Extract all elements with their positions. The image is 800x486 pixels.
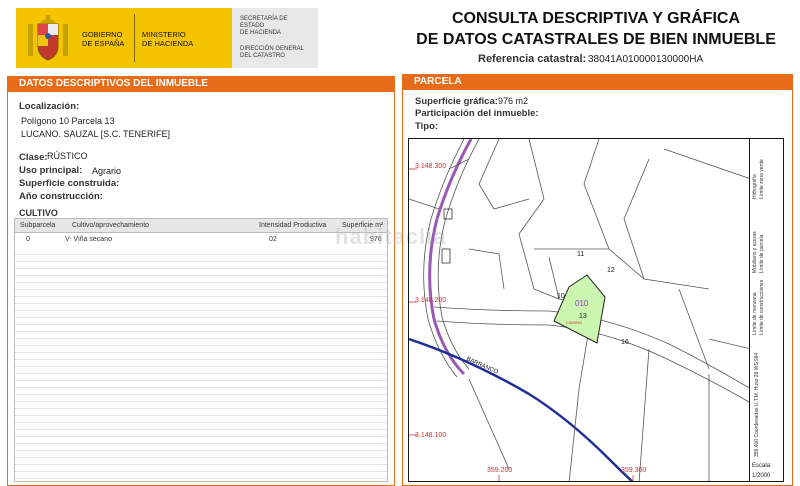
col-cultivo: Cultivo/aprovechamiento <box>72 222 150 229</box>
legend-hidrografia: Hidrografía <box>752 174 758 199</box>
map-legend: Hidrografía Límite zona verde Mobiliario… <box>750 138 784 482</box>
legend-zona-verde: Límite zona verde <box>759 159 765 199</box>
parcel-11: 11 <box>577 251 585 258</box>
parcel-10: 10 <box>557 293 565 300</box>
ministerio-text: MINISTERIO DE HACIENDA <box>142 30 194 48</box>
clase-value: RÚSTICO <box>47 151 88 161</box>
secretaria-text: SECRETARÍA DE ESTADO DE HACIENDA <box>240 16 288 36</box>
cultivo-table: Subparcela Cultivo/aprovechamiento Inten… <box>14 218 388 482</box>
parcel-12: 12 <box>607 267 615 274</box>
cell-cultivo: V- Viña secano <box>65 236 112 243</box>
cultivo-table-header: Subparcela Cultivo/aprovechamiento Inten… <box>15 219 387 233</box>
col-intensidad: Intensidad Productiva <box>259 222 327 229</box>
uso-principal-value: Agrario <box>92 166 122 176</box>
datos-descriptivos-bar: DATOS DESCRIPTIVOS DEL INMUEBLE <box>7 76 395 92</box>
uso-principal-label: Uso principal: <box>19 165 83 176</box>
participacion-label: Participación del inmueble: <box>415 108 539 119</box>
ref-catastral-label: Referencia catastral: <box>478 53 587 65</box>
legend-construcciones: Límite de construcciones <box>759 279 765 335</box>
coord-y-200: 3.148.200 <box>415 297 447 304</box>
ref-catastral-value: 38041A010000130000HA <box>588 54 704 65</box>
localizacion-label: Localización: <box>19 101 80 112</box>
parcel-13: 13 <box>579 313 587 320</box>
table-row: 0 V- Viña secano 02 976 <box>15 233 387 247</box>
government-logo-block: GOBIERNO DE ESPAÑA MINISTERIO DE HACIENDA … <box>8 8 318 68</box>
map-drawing <box>409 139 749 481</box>
legend-mobiliario: Mobiliario y aceras <box>752 231 758 273</box>
subparcel-010: 010 <box>575 299 589 308</box>
localizacion-line2: LUCANO. SAUZAL [S.C. TENERIFE] <box>21 129 171 139</box>
superficie-grafica-value: 976 m2 <box>498 96 529 106</box>
escala-label: Escala: <box>752 463 772 469</box>
cultivo-title: CULTIVO <box>19 208 58 218</box>
gobierno-text: GOBIERNO DE ESPAÑA <box>82 30 125 48</box>
direccion-text: DIRECCIÓN GENERAL DEL CATASTRO <box>240 46 305 59</box>
barranco-line <box>409 337 634 481</box>
parcela-bar: PARCELA <box>402 74 793 90</box>
tipo-label: Tipo: <box>415 121 439 132</box>
superficie-grafica-label: Superficie gráfica: <box>415 96 498 107</box>
cell-intensidad: 02 <box>269 236 277 243</box>
localizacion-line1: Polígono 10 Parcela 13 <box>21 116 115 126</box>
page-title: CONSULTA DESCRIPTIVA Y GRÁFICA DE DATOS … <box>416 10 776 48</box>
coord-y-100: 3.148.100 <box>415 432 447 439</box>
escala-value: 1/2000 <box>752 473 771 479</box>
table-empty-rows <box>15 248 387 481</box>
clase-label: Clase: <box>19 152 48 163</box>
cell-subparcela: 0 <box>26 236 30 243</box>
anio-construccion-label: Año construcción: <box>19 191 103 202</box>
legend-limite-manzana: Límite de manzana <box>752 292 758 335</box>
camino-label: CAMINO <box>566 320 582 325</box>
parcel-16: 16 <box>621 339 629 346</box>
coord-x-200: 359.200 <box>487 467 513 474</box>
coord-y-300: 3.148.300 <box>415 163 447 170</box>
logo-divider <box>134 14 135 62</box>
subject-parcel <box>553 274 606 344</box>
legend-coords: 359.400 Coordenadas U.T.M. Huso 28 WGS84 <box>754 352 760 457</box>
legend-limite-parcela: Límite de parcela <box>759 234 765 273</box>
col-subparcela: Subparcela <box>20 222 56 229</box>
superficie-construida-label: Superficie construida: <box>19 178 120 189</box>
coat-of-arms-icon <box>28 15 68 61</box>
cadastral-map: 3.148.300 3.148.200 3.148.100 359.200 35… <box>408 138 750 482</box>
coord-x-300: 359.300 <box>621 467 647 474</box>
